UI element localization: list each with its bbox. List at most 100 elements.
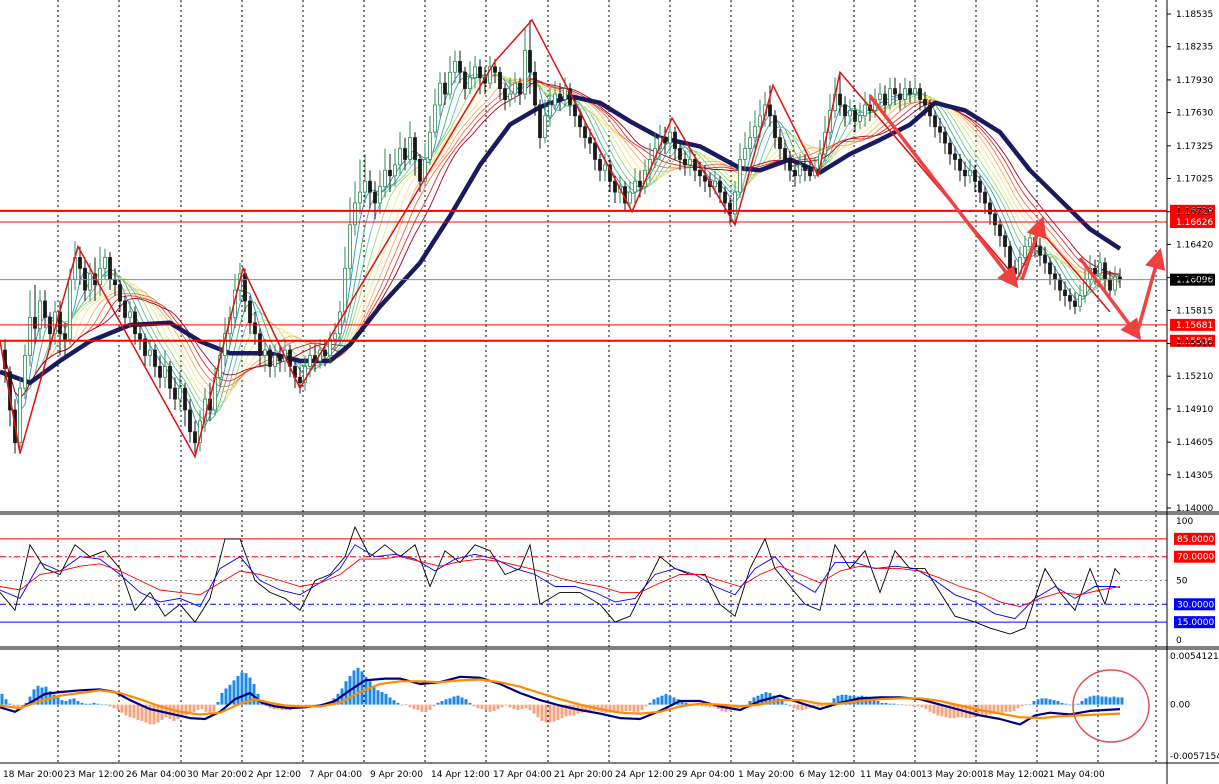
candle-body (538, 104, 542, 139)
candle-body (718, 180, 722, 193)
candle-body (888, 88, 892, 106)
macd-histogram-bar (64, 701, 68, 705)
macd-histogram-bar (652, 699, 656, 705)
candle-body (1058, 278, 1062, 291)
candle-body (38, 300, 42, 329)
candle-body (858, 115, 862, 122)
macd-histogram-bar (456, 695, 460, 705)
macd-histogram-bar (512, 704, 516, 710)
macd-histogram-bar (604, 704, 608, 713)
candle-body (373, 191, 377, 204)
macd-histogram-bar (1000, 704, 1004, 713)
candle-body (558, 93, 562, 100)
macd-histogram-bar (788, 704, 792, 707)
candle-body (193, 431, 197, 444)
candle-body (943, 131, 947, 144)
candle-body (173, 387, 177, 400)
macd-histogram-bar (380, 692, 384, 705)
macd-histogram-bar (56, 697, 60, 705)
candle-body (343, 267, 347, 313)
candle-body (1108, 278, 1112, 291)
osc-y-label: 100 (1176, 517, 1193, 527)
candle-body (973, 169, 977, 182)
candle-body (33, 316, 37, 329)
forex-chart[interactable]: 1.167281.166261.156811.155351.16096 85.0… (0, 0, 1219, 784)
macd-histogram-bar (784, 703, 788, 705)
macd-histogram-bar (1120, 697, 1124, 705)
x-tick-label: 7 Apr 04:00 (309, 770, 362, 780)
y-tick-label: 1.15815 (1176, 306, 1213, 316)
candle-body (638, 180, 642, 188)
macd-histogram-bar (432, 704, 436, 707)
macd-histogram-bar (88, 703, 92, 705)
macd-histogram-bar (452, 696, 456, 705)
candle-body (493, 66, 497, 73)
candle-body (323, 349, 327, 356)
candle-body (378, 186, 382, 204)
candle-body (308, 355, 312, 367)
candle-body (1038, 246, 1042, 256)
x-tick-label: 6 May 12:00 (799, 770, 855, 780)
osc-level-label: 30.0000 (1177, 600, 1214, 610)
macd-histogram-bar (168, 704, 172, 720)
x-tick-label: 26 Mar 04:00 (126, 770, 186, 780)
candle-body (408, 137, 412, 160)
candle-body (1113, 276, 1117, 291)
candle-body (913, 88, 917, 95)
macd-histogram-bar (72, 698, 76, 705)
candle-body (988, 202, 992, 215)
macd-histogram-bar (192, 704, 196, 712)
macd-histogram-bar (400, 704, 404, 706)
macd-histogram-bar (92, 702, 96, 705)
candle-body (918, 88, 922, 100)
candle-body (108, 257, 112, 280)
candle-body (333, 333, 337, 340)
macd-histogram-bar (644, 704, 648, 707)
candle-body (853, 110, 857, 122)
candle-body (633, 180, 637, 193)
macd-histogram-bar (124, 704, 128, 716)
candle-body (783, 148, 787, 160)
macd-histogram-bar (908, 704, 912, 706)
macd-histogram-bar (632, 704, 636, 712)
macd-histogram-bar (636, 704, 640, 712)
macd-histogram-bar (488, 704, 492, 712)
macd-histogram-bar (244, 673, 248, 705)
candle-body (863, 104, 867, 117)
macd-histogram-bar (1076, 703, 1080, 705)
candle-body (938, 126, 942, 133)
y-tick-label: 1.17325 (1176, 142, 1213, 152)
y-tick-label: 1.14000 (1176, 504, 1213, 514)
candle-body (178, 387, 182, 400)
candle-body (48, 316, 52, 335)
candle-body (118, 284, 122, 302)
candle-body (1073, 300, 1077, 307)
macd-y-label: 0.00 (1170, 701, 1190, 711)
candle-body (273, 355, 277, 367)
candle-body (103, 257, 107, 269)
macd-histogram-bar (656, 697, 660, 705)
candle-body (893, 88, 897, 95)
macd-histogram-bar (408, 704, 412, 708)
macd-histogram-bar (912, 704, 916, 707)
x-tick-label: 18 May 12:00 (982, 770, 1044, 780)
candle-body (548, 104, 552, 117)
candle-body (513, 82, 517, 95)
candle-body (933, 115, 937, 128)
macd-histogram-bar (552, 704, 556, 722)
candle-body (28, 316, 32, 356)
candle-body (593, 142, 597, 160)
macd-histogram-bar (640, 704, 644, 711)
macd-histogram-bar (100, 704, 104, 706)
macd-histogram-bar (1036, 699, 1040, 705)
candle-body (743, 148, 747, 160)
candle-body (403, 148, 407, 160)
macd-histogram-bar (1028, 704, 1032, 706)
candle-body (903, 88, 907, 100)
osc-y-label: 0 (1176, 636, 1182, 646)
macd-histogram-bar (952, 704, 956, 719)
candle-body (738, 159, 742, 193)
macd-histogram-bar (904, 704, 908, 706)
candle-body (998, 224, 1002, 237)
macd-histogram-bar (660, 695, 664, 705)
